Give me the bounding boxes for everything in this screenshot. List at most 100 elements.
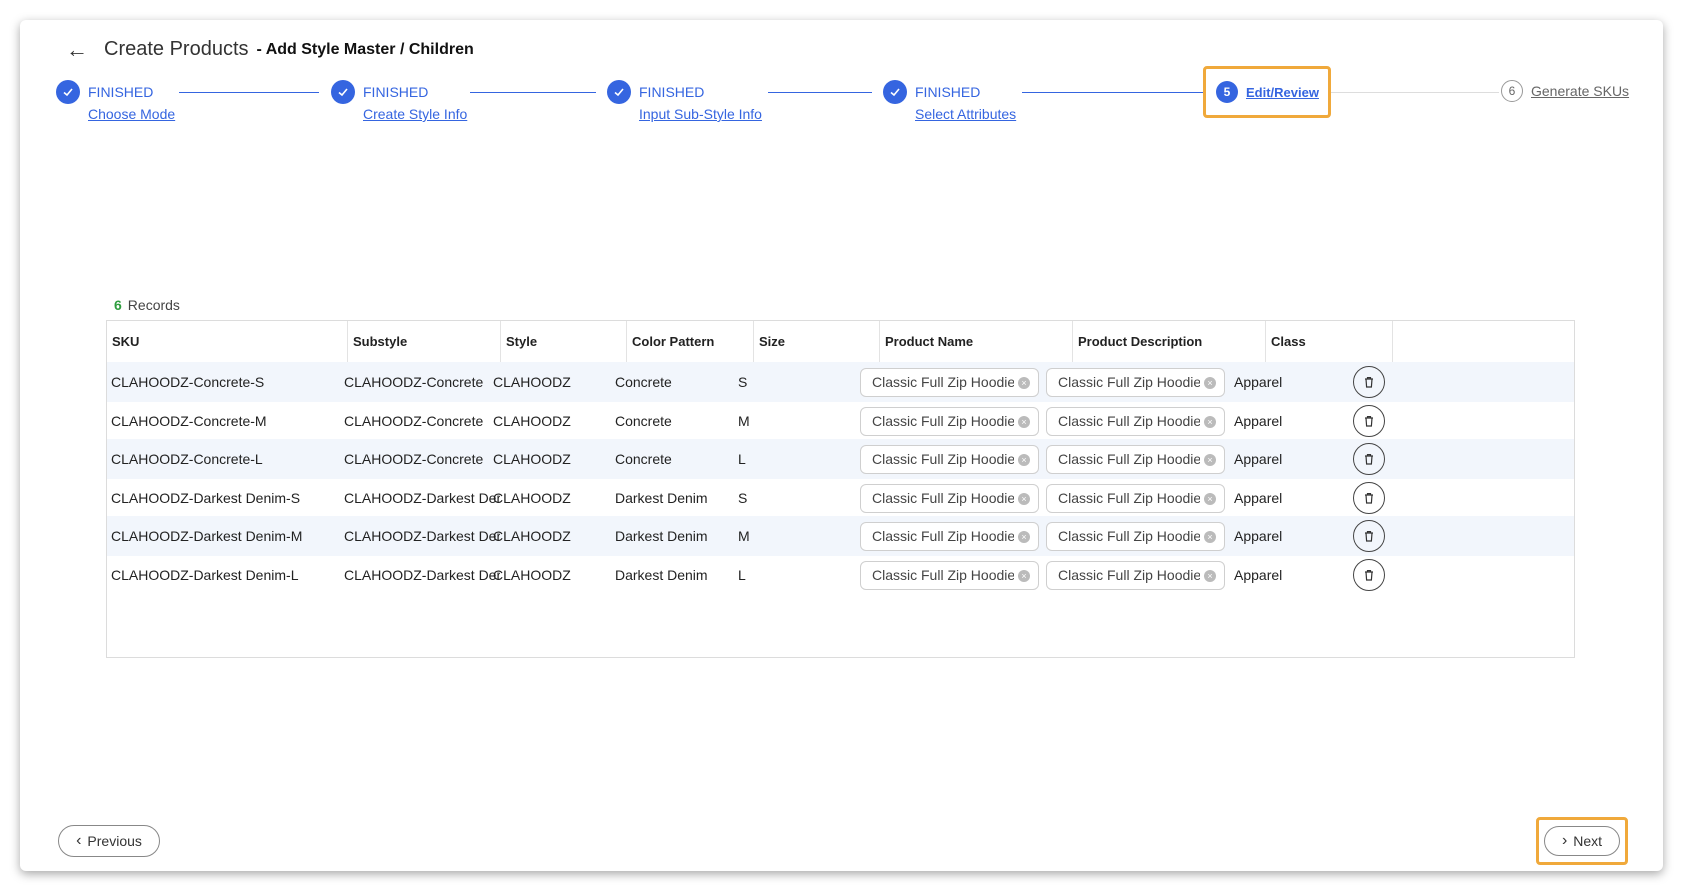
product-description-input[interactable]: Classic Full Zip Hoodie w × — [1046, 522, 1225, 551]
records-count: 6 Records — [114, 297, 180, 313]
product-name-value: Classic Full Zip Hoodie S — [872, 489, 1014, 506]
delete-row-button[interactable] — [1353, 520, 1385, 552]
cell-color-pattern: Concrete — [615, 451, 672, 467]
step-link-create-style-info[interactable]: Create Style Info — [363, 106, 467, 122]
delete-row-button[interactable] — [1353, 558, 1385, 591]
trash-icon — [1365, 415, 1373, 427]
product-description-value: Classic Full Zip Hoodie w — [1058, 566, 1200, 583]
step-link-edit-review[interactable]: Edit/Review — [1246, 85, 1319, 100]
check-icon — [607, 80, 631, 104]
cell-size: L — [738, 566, 746, 583]
column-header-actions — [1392, 321, 1574, 363]
clear-icon[interactable]: × — [1204, 531, 1216, 543]
product-name-input[interactable]: Classic Full Zip Hoodie S × — [860, 483, 1039, 513]
product-name-value: Classic Full Zip Hoodie S — [872, 451, 1014, 467]
step-status: FINISHED — [915, 84, 981, 100]
step-select-attributes[interactable]: FINISHED Select Attributes — [883, 80, 1016, 122]
product-description-input[interactable]: Classic Full Zip Hoodie w × — [1046, 406, 1225, 436]
delete-row-button[interactable] — [1353, 481, 1385, 514]
cell-size: S — [738, 489, 748, 506]
table-row: CLAHOODZ-Darkest Denim-M CLAHOODZ-Darkest… — [107, 516, 1574, 556]
cell-class: Apparel — [1234, 566, 1283, 583]
column-header-style[interactable]: Style — [500, 321, 626, 363]
clear-icon[interactable]: × — [1018, 377, 1030, 389]
product-description-input[interactable]: Classic Full Zip Hoodie w × — [1046, 483, 1225, 513]
check-icon — [883, 80, 907, 104]
cell-style: CLAHOODZ — [493, 451, 571, 467]
product-name-input[interactable]: Classic Full Zip Hoodie S × — [860, 406, 1039, 436]
cell-size: M — [738, 528, 750, 544]
cell-color-pattern: Darkest Denim — [615, 489, 708, 506]
cell-style: CLAHOODZ — [493, 412, 571, 429]
step-create-style-info[interactable]: FINISHED Create Style Info — [331, 80, 467, 122]
cell-style: CLAHOODZ — [493, 374, 571, 390]
product-description-value: Classic Full Zip Hoodie w — [1058, 451, 1200, 467]
check-icon — [331, 80, 355, 104]
product-description-value: Classic Full Zip Hoodie w — [1058, 412, 1200, 429]
clear-icon[interactable]: × — [1018, 492, 1030, 505]
step-choose-mode[interactable]: FINISHED Choose Mode — [56, 80, 175, 122]
table-row: CLAHOODZ-Concrete-M CLAHOODZ-Concrete CLAH… — [107, 401, 1574, 441]
delete-row-button[interactable] — [1353, 443, 1385, 475]
cell-sku: CLAHOODZ-Concrete-L — [111, 451, 263, 467]
cell-style: CLAHOODZ — [493, 489, 571, 506]
cell-sku: CLAHOODZ-Darkest Denim-M — [111, 528, 303, 544]
cell-substyle: CLAHOODZ-Concrete — [344, 374, 484, 390]
step-edit-review[interactable]: 5 Edit/Review — [1203, 66, 1331, 118]
page-title: Create Products — [104, 38, 249, 60]
clear-icon[interactable]: × — [1018, 415, 1030, 428]
product-description-input[interactable]: Classic Full Zip Hoodie w × — [1046, 445, 1225, 474]
step-link-select-attributes[interactable]: Select Attributes — [915, 106, 1016, 122]
step-link-generate-skus[interactable]: Generate SKUs — [1531, 83, 1629, 99]
page-header: ← Create Products - Add Style Master / C… — [66, 38, 474, 61]
table-header: SKU Substyle Style Color Pattern Size Pr… — [107, 321, 1574, 364]
clear-icon[interactable]: × — [1018, 569, 1030, 582]
cell-substyle: CLAHOODZ-Darkest Der — [344, 566, 500, 583]
product-description-value: Classic Full Zip Hoodie w — [1058, 374, 1200, 390]
clear-icon[interactable]: × — [1204, 569, 1216, 582]
clear-icon[interactable]: × — [1204, 454, 1216, 466]
delete-row-button[interactable] — [1353, 404, 1385, 437]
clear-icon[interactable]: × — [1204, 492, 1216, 505]
cell-size: M — [738, 412, 750, 429]
previous-button[interactable]: ‹ Previous — [58, 825, 160, 857]
product-name-input[interactable]: Classic Full Zip Hoodie S × — [860, 560, 1039, 590]
column-header-product-name[interactable]: Product Name — [879, 321, 1072, 363]
column-header-class[interactable]: Class — [1265, 321, 1392, 363]
product-name-input[interactable]: Classic Full Zip Hoodie S × — [860, 368, 1039, 397]
cell-class: Apparel — [1234, 374, 1283, 390]
step-link-choose-mode[interactable]: Choose Mode — [88, 106, 175, 122]
next-label: Next — [1573, 833, 1603, 849]
records-label: Records — [127, 297, 180, 313]
column-header-substyle[interactable]: Substyle — [347, 321, 500, 363]
step-input-sub-style-info[interactable]: FINISHED Input Sub-Style Info — [607, 80, 762, 122]
delete-row-button[interactable] — [1353, 366, 1385, 398]
page-subtitle: - Add Style Master / Children — [256, 40, 474, 58]
back-arrow-icon[interactable]: ← — [66, 38, 90, 61]
step-status: FINISHED — [363, 84, 429, 100]
previous-label: Previous — [87, 833, 142, 849]
clear-icon[interactable]: × — [1018, 531, 1030, 543]
cell-sku: CLAHOODZ-Darkest Denim-S — [111, 489, 301, 506]
column-header-color-pattern[interactable]: Color Pattern — [626, 321, 753, 363]
product-name-value: Classic Full Zip Hoodie S — [872, 412, 1014, 429]
column-header-sku[interactable]: SKU — [107, 321, 347, 363]
next-button[interactable]: › Next — [1544, 826, 1620, 856]
step-generate-skus[interactable]: 6 Generate SKUs — [1501, 80, 1629, 102]
cell-class: Apparel — [1234, 412, 1283, 429]
clear-icon[interactable]: × — [1204, 415, 1216, 428]
table-row: CLAHOODZ-Concrete-L CLAHOODZ-Concrete CLAH… — [107, 439, 1574, 479]
column-header-product-description[interactable]: Product Description — [1072, 321, 1265, 363]
clear-icon[interactable]: × — [1204, 377, 1216, 389]
product-description-input[interactable]: Classic Full Zip Hoodie w × — [1046, 560, 1225, 590]
column-header-size[interactable]: Size — [753, 321, 879, 363]
product-description-input[interactable]: Classic Full Zip Hoodie w × — [1046, 368, 1225, 397]
cell-substyle: CLAHOODZ-Concrete — [344, 412, 484, 429]
product-description-value: Classic Full Zip Hoodie w — [1058, 489, 1200, 506]
clear-icon[interactable]: × — [1018, 454, 1030, 466]
next-button-highlight: › Next — [1536, 817, 1628, 865]
product-name-input[interactable]: Classic Full Zip Hoodie S × — [860, 445, 1039, 474]
cell-substyle: CLAHOODZ-Darkest Der — [344, 528, 500, 544]
step-link-input-sub-style-info[interactable]: Input Sub-Style Info — [639, 106, 762, 122]
product-name-input[interactable]: Classic Full Zip Hoodie S × — [860, 522, 1039, 551]
